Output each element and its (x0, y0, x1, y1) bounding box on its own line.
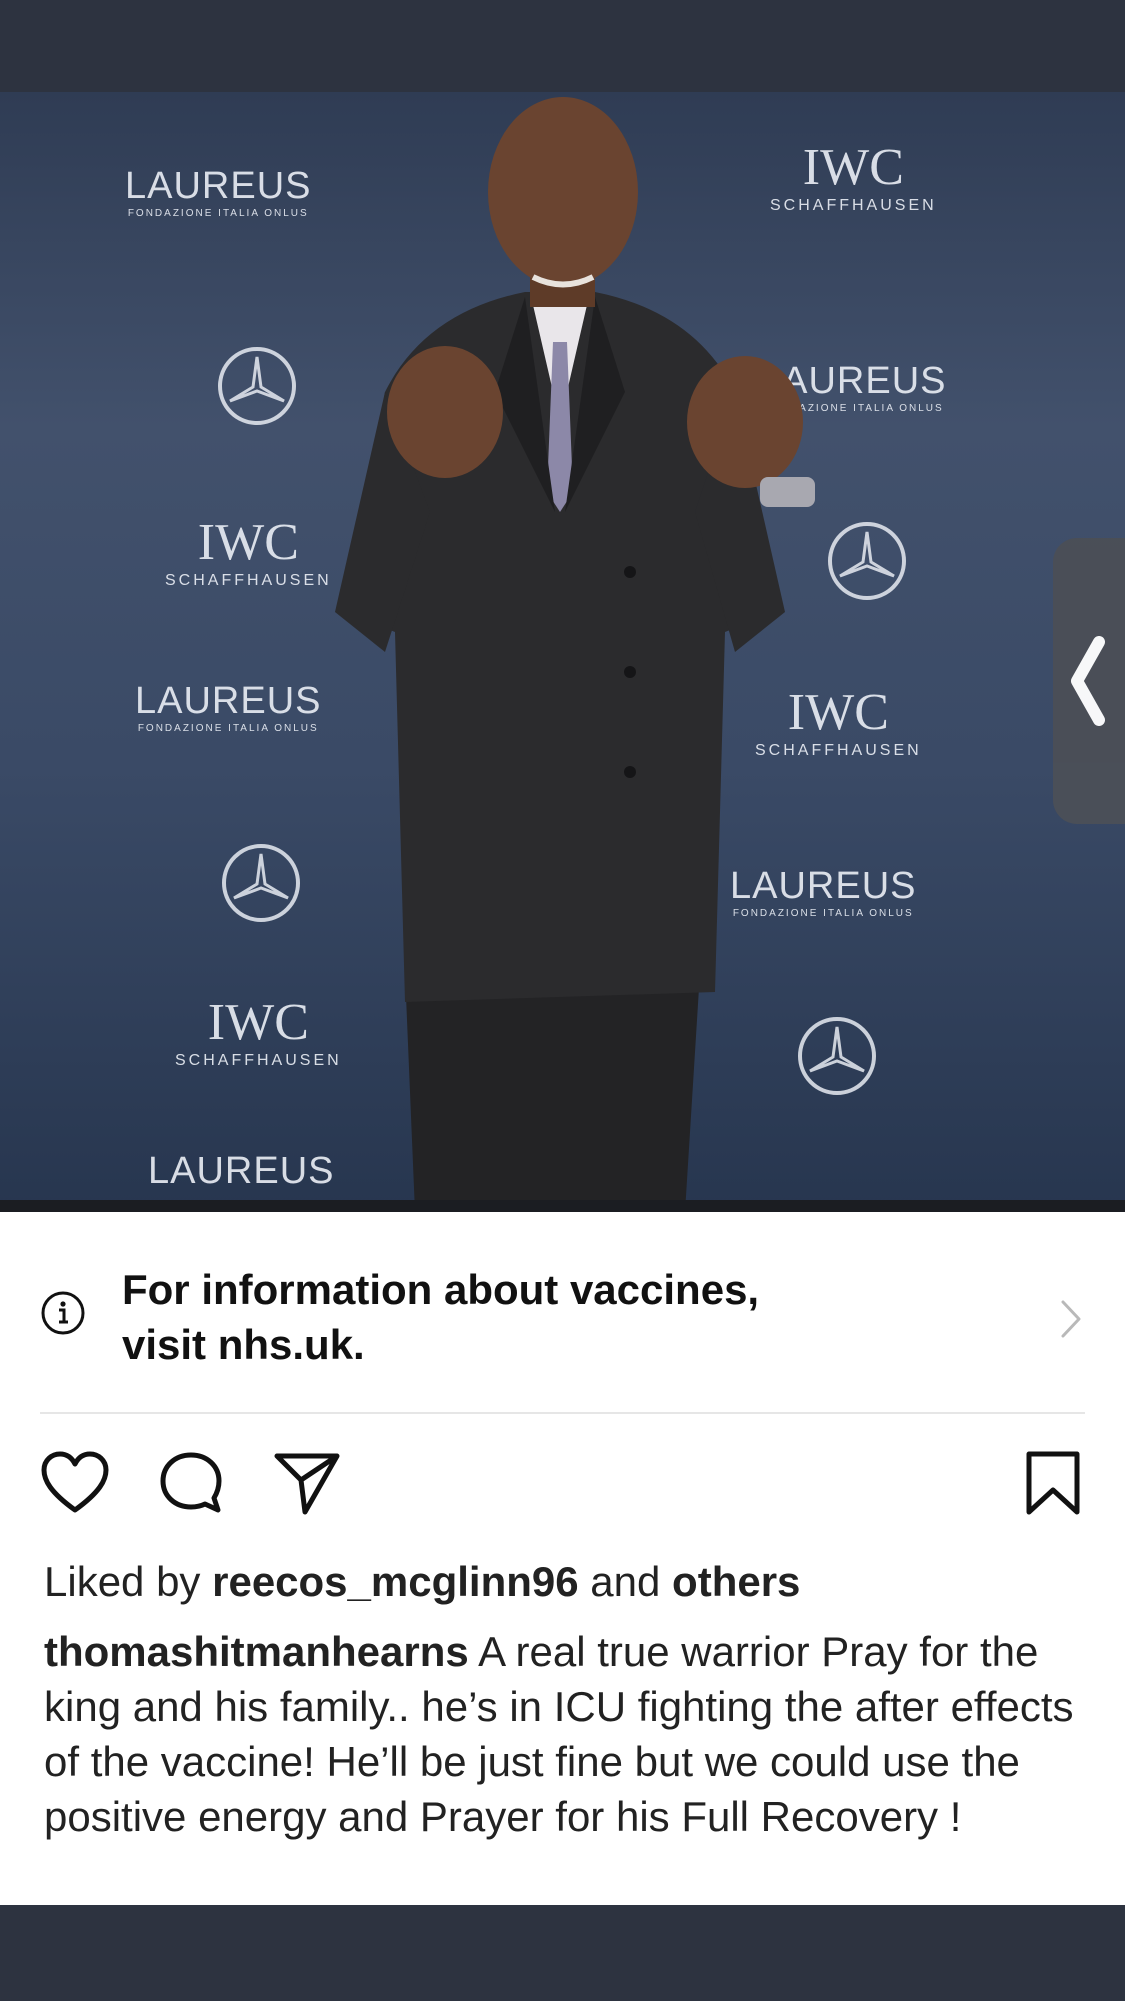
vaccine-info-line2: visit nhs.uk. (122, 1321, 365, 1368)
caption-username[interactable]: thomashitmanhearns (44, 1628, 469, 1675)
comment-icon[interactable] (158, 1450, 224, 1516)
top-bar (0, 0, 1125, 92)
bottom-bar (0, 1905, 1125, 2001)
vaccine-info-banner[interactable]: For information about vaccines, visit nh… (40, 1262, 1085, 1372)
liker-username[interactable]: reecos_mcglinn96 (212, 1558, 579, 1605)
chevron-left-icon (1071, 636, 1105, 726)
send-icon[interactable] (273, 1450, 341, 1516)
person-in-suit (335, 97, 815, 1212)
vaccine-info-text[interactable]: For information about vaccines, visit nh… (122, 1262, 882, 1372)
likes-others-link[interactable]: others (672, 1558, 800, 1605)
post-image[interactable]: LAUREUS FONDAZIONE ITALIA ONLUS IWC SCHAFF… (0, 92, 1125, 1212)
post-details: For information about vaccines, visit nh… (0, 1212, 1125, 1905)
heart-icon[interactable] (40, 1450, 110, 1516)
vaccine-info-line1: For information about vaccines, (122, 1266, 760, 1313)
divider (40, 1412, 1085, 1414)
likes-prefix: Liked by (44, 1558, 201, 1605)
side-panel-handle[interactable] (1053, 538, 1125, 824)
info-icon (41, 1291, 85, 1335)
post-caption: thomashitmanhearns A real true warrior P… (44, 1624, 1084, 1844)
likes-conjunction: and (590, 1558, 661, 1605)
post-action-row (40, 1450, 1085, 1520)
photo-bottom-edge (0, 1200, 1125, 1212)
chevron-right-icon (1061, 1300, 1081, 1338)
likes-summary[interactable]: Liked by reecos_mcglinn96 and others (44, 1554, 800, 1610)
bookmark-icon[interactable] (1024, 1450, 1082, 1516)
